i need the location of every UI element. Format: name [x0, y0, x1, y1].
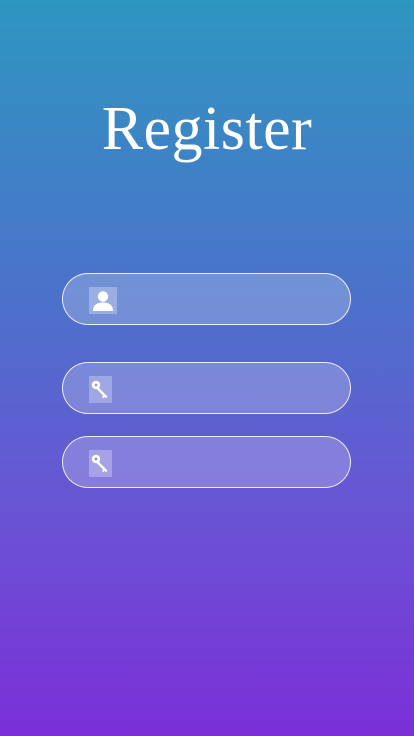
username-input[interactable]: [127, 274, 331, 326]
key-icon: [89, 450, 112, 477]
confirm-password-field[interactable]: [62, 436, 351, 489]
username-field[interactable]: [62, 273, 351, 326]
user-icon: [89, 287, 117, 314]
password-input[interactable]: [127, 363, 331, 415]
key-icon: [89, 376, 112, 403]
password-field[interactable]: [62, 362, 351, 415]
page-title: Register: [101, 95, 313, 163]
confirm-password-input[interactable]: [127, 437, 331, 489]
